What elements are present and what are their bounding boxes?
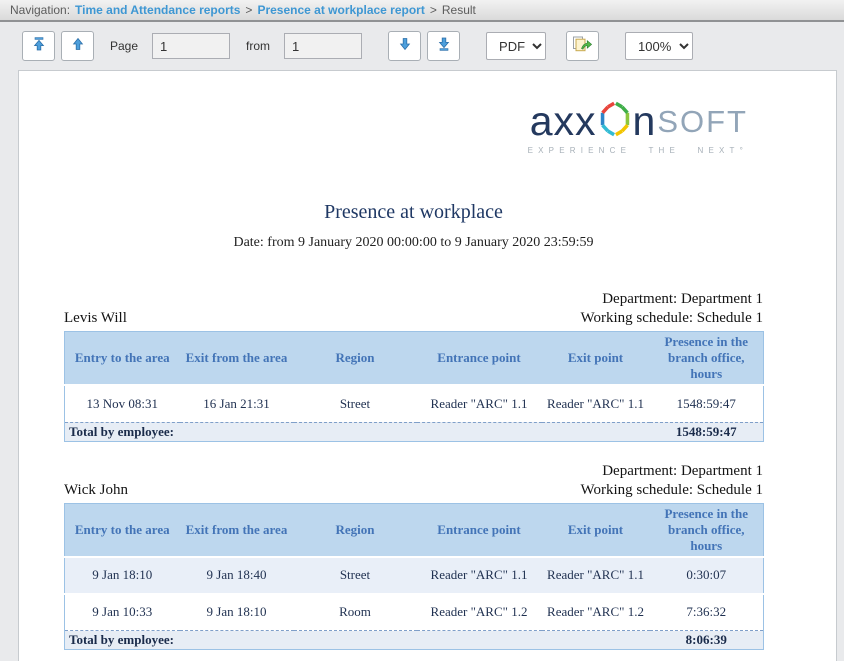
table-header-row: Entry to the area Exit from the area Reg… xyxy=(65,332,764,386)
total-row: Total by employee: 8:06:39 xyxy=(65,631,764,650)
zoom-level-select[interactable]: 100% xyxy=(625,32,693,60)
employee-section-wick-john: Department: Department 1 Wick John Worki… xyxy=(64,462,763,651)
report-date-range: Date: from 9 January 2020 00:00:00 to 9 … xyxy=(64,235,763,251)
column-header: Exit from the area xyxy=(180,503,294,557)
exit-cell: 16 Jan 21:31 xyxy=(180,385,294,422)
entrance-point-cell: Reader "ARC" 1.1 xyxy=(417,557,542,594)
breadcrumb-separator: > xyxy=(245,3,252,17)
table-row: 9 Jan 10:33 9 Jan 18:10 Room Reader "ARC… xyxy=(65,594,764,631)
breadcrumb-label: Navigation: xyxy=(10,3,70,17)
employee-name: Wick John xyxy=(64,481,128,500)
breadcrumb: Navigation: Time and Attendance reports … xyxy=(0,0,844,22)
export-report-button[interactable] xyxy=(566,31,599,61)
breadcrumb-current: Result xyxy=(442,3,476,17)
logo-text-soft: SOFT xyxy=(657,106,748,137)
column-header: Region xyxy=(294,503,417,557)
department-line: Department: Department 1 xyxy=(64,290,763,309)
table-row: 9 Jan 18:10 9 Jan 18:40 Street Reader "A… xyxy=(65,557,764,594)
previous-page-button[interactable] xyxy=(61,31,94,61)
column-header: Entrance point xyxy=(417,332,542,386)
export-report-icon xyxy=(572,35,593,57)
page-label: Page xyxy=(110,39,138,53)
exit-cell: 9 Jan 18:40 xyxy=(180,557,294,594)
presence-hours-cell: 0:30:07 xyxy=(650,557,764,594)
total-pages-input[interactable] xyxy=(284,33,362,59)
entrance-point-cell: Reader "ARC" 1.1 xyxy=(417,385,542,422)
total-label: Total by employee: xyxy=(65,422,650,441)
column-header: Entry to the area xyxy=(65,503,180,557)
entry-cell: 13 Nov 08:31 xyxy=(65,385,180,422)
exit-cell: 9 Jan 18:10 xyxy=(180,594,294,631)
breadcrumb-link-presence-report[interactable]: Presence at workplace report xyxy=(257,3,424,17)
department-line: Department: Department 1 xyxy=(64,462,763,481)
employee-name: Levis Will xyxy=(64,309,127,328)
export-format-select[interactable]: PDF xyxy=(486,32,546,60)
employee-section-levis-will: Department: Department 1 Levis Will Work… xyxy=(64,290,763,442)
entry-cell: 9 Jan 10:33 xyxy=(65,594,180,631)
working-schedule-line: Working schedule: Schedule 1 xyxy=(581,309,764,328)
report-title: Presence at workplace xyxy=(64,201,763,224)
breadcrumb-link-time-attendance-reports[interactable]: Time and Attendance reports xyxy=(75,3,240,17)
logo-tagline: EXPERIENCE THE NEXT° xyxy=(64,146,748,155)
report-toolbar: Page from PDF 100% xyxy=(0,22,844,70)
page-number-input[interactable] xyxy=(152,33,230,59)
first-page-button[interactable] xyxy=(22,31,55,61)
from-label: from xyxy=(246,39,270,53)
total-row: Total by employee: 1548:59:47 xyxy=(65,422,764,441)
exit-point-cell: Reader "ARC" 1.1 xyxy=(542,385,650,422)
column-header: Exit point xyxy=(542,332,650,386)
arrow-down-icon xyxy=(397,36,413,57)
working-schedule-line: Working schedule: Schedule 1 xyxy=(581,481,764,500)
table-row: 13 Nov 08:31 16 Jan 21:31 Street Reader … xyxy=(65,385,764,422)
presence-table-1: Entry to the area Exit from the area Reg… xyxy=(64,331,764,442)
arrow-up-icon xyxy=(70,36,86,57)
region-cell: Room xyxy=(294,594,417,631)
region-cell: Street xyxy=(294,385,417,422)
column-header: Region xyxy=(294,332,417,386)
column-header: Presence in the branch office, hours xyxy=(650,332,764,386)
breadcrumb-separator: > xyxy=(430,3,437,17)
last-page-button[interactable] xyxy=(427,31,460,61)
exit-point-cell: Reader "ARC" 1.2 xyxy=(542,594,650,631)
region-cell: Street xyxy=(294,557,417,594)
column-header: Entry to the area xyxy=(65,332,180,386)
table-header-row: Entry to the area Exit from the area Reg… xyxy=(65,503,764,557)
exit-point-cell: Reader "ARC" 1.1 xyxy=(542,557,650,594)
report-page: axx n SOFT xyxy=(18,70,837,661)
column-header: Entrance point xyxy=(417,503,542,557)
logo-text-axx: axx xyxy=(530,101,597,142)
column-header: Presence in the branch office, hours xyxy=(650,503,764,557)
total-value: 8:06:39 xyxy=(650,631,764,650)
arrow-down-to-bar-icon xyxy=(436,36,452,57)
presence-hours-cell: 7:36:32 xyxy=(650,594,764,631)
arrow-up-to-bar-icon xyxy=(31,36,47,57)
total-value: 1548:59:47 xyxy=(650,422,764,441)
column-header: Exit from the area xyxy=(180,332,294,386)
presence-table-2: Entry to the area Exit from the area Reg… xyxy=(64,503,764,651)
axxonsoft-logo: axx n SOFT xyxy=(64,71,763,155)
next-page-button[interactable] xyxy=(388,31,421,61)
entry-cell: 9 Jan 18:10 xyxy=(65,557,180,594)
column-header: Exit point xyxy=(542,503,650,557)
presence-hours-cell: 1548:59:47 xyxy=(650,385,764,422)
logo-text-n: n xyxy=(633,101,657,142)
hexagon-logo-icon xyxy=(599,101,631,141)
total-label: Total by employee: xyxy=(65,631,650,650)
entrance-point-cell: Reader "ARC" 1.2 xyxy=(417,594,542,631)
